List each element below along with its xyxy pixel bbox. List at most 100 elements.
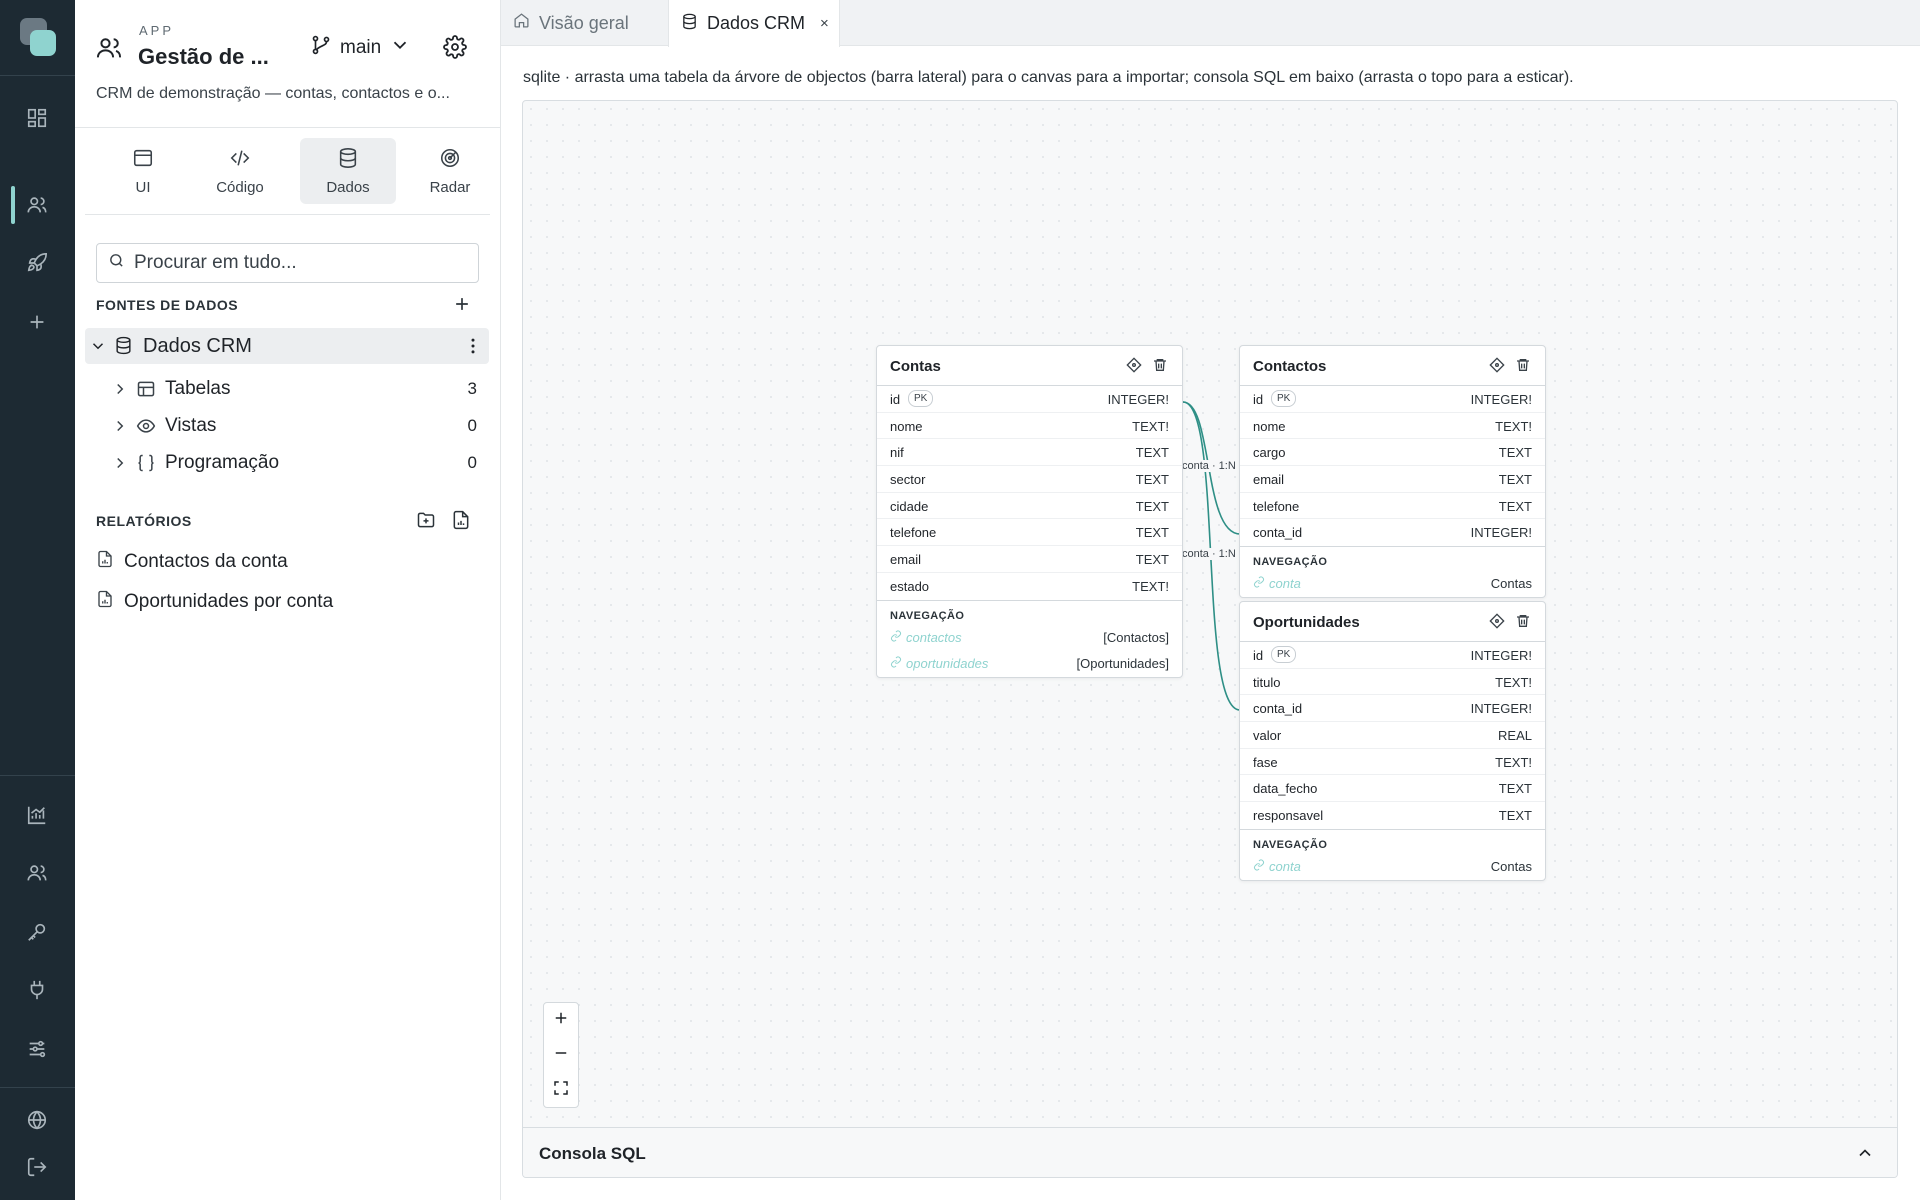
database-icon xyxy=(681,13,698,35)
mode-label: UI xyxy=(135,178,151,196)
navigation-title: NAVEGAÇÃO xyxy=(890,609,965,622)
fullscreen-icon xyxy=(552,1079,570,1102)
locate-icon[interactable] xyxy=(1489,357,1505,373)
rocket-icon[interactable] xyxy=(21,247,53,279)
tab-overview[interactable]: Visão geral xyxy=(501,0,669,46)
mode-radar[interactable]: Radar xyxy=(402,138,498,204)
report-label: Oportunidades por conta xyxy=(124,591,334,612)
report-item[interactable]: Contactos da conta xyxy=(96,547,288,577)
column-name: telefone xyxy=(890,525,937,541)
search-box[interactable] xyxy=(96,243,479,283)
search-input[interactable] xyxy=(134,252,464,274)
chevron-right-icon[interactable] xyxy=(111,454,129,472)
globe-icon[interactable] xyxy=(21,1104,53,1136)
data-source-item[interactable]: Dados CRM xyxy=(85,328,489,364)
analytics-icon[interactable] xyxy=(21,799,53,831)
window-icon xyxy=(132,147,154,173)
locate-icon[interactable] xyxy=(1126,357,1142,373)
navigation-row[interactable]: conta Contas xyxy=(1240,571,1545,597)
report-label: Contactos da conta xyxy=(124,551,288,572)
column-row: sector TEXT xyxy=(877,466,1182,493)
column-type: INTEGER! xyxy=(1470,648,1532,663)
mode-ui[interactable]: UI xyxy=(95,138,191,204)
dashboard-icon[interactable] xyxy=(21,102,53,134)
column-type: TEXT xyxy=(1135,552,1169,568)
trash-icon[interactable] xyxy=(1515,357,1531,373)
database-icon xyxy=(114,336,133,355)
column-name: id xyxy=(890,392,901,407)
gear-icon[interactable] xyxy=(443,35,467,59)
navigation-row[interactable]: oportunidades [Oportunidades] xyxy=(877,651,1182,677)
tree-item-count: 3 xyxy=(467,379,477,398)
plus-icon xyxy=(452,294,472,319)
table-header: Contas xyxy=(877,346,1182,386)
new-report-button[interactable] xyxy=(449,510,473,534)
tab-label: Dados CRM xyxy=(707,13,806,33)
tree-item-programming[interactable]: Programação 0 xyxy=(85,446,489,480)
link-icon xyxy=(890,656,902,671)
report-item[interactable]: Oportunidades por conta xyxy=(96,587,333,617)
column-name: cargo xyxy=(1253,445,1286,461)
column-name: conta_id xyxy=(1253,525,1303,541)
mode-code[interactable]: Código xyxy=(192,138,288,204)
logout-icon[interactable] xyxy=(21,1151,53,1183)
more-vertical-icon[interactable] xyxy=(463,336,483,356)
plug-icon[interactable] xyxy=(21,974,53,1006)
chevron-up-icon[interactable] xyxy=(1855,1143,1875,1163)
tree-item-tables[interactable]: Tabelas 3 xyxy=(85,372,489,406)
nav-name: conta xyxy=(1269,858,1301,874)
apps-people-icon[interactable] xyxy=(21,189,53,221)
mode-data[interactable]: Dados xyxy=(300,138,396,204)
nav-name: contactos xyxy=(906,629,962,645)
tree-item-views[interactable]: Vistas 0 xyxy=(85,409,489,443)
report-chart-icon xyxy=(451,510,471,535)
tree-item-label: Programação xyxy=(165,452,280,473)
table-card-contactos[interactable]: Contactos id PK INTEGER! nome TEXT! cargo TE… xyxy=(1239,345,1546,599)
plus-icon xyxy=(552,1009,570,1032)
zoom-in-button[interactable] xyxy=(544,1003,578,1037)
zoom-out-button[interactable] xyxy=(544,1038,578,1072)
column-type: TEXT xyxy=(1498,498,1532,514)
navigation-section: NAVEGAÇÃO conta Contas xyxy=(1240,546,1545,597)
trash-icon[interactable] xyxy=(1152,357,1168,373)
app-title: Gestão de ... xyxy=(138,44,269,69)
column-name: titulo xyxy=(1253,674,1281,690)
column-name: nome xyxy=(1253,418,1286,434)
add-icon[interactable] xyxy=(21,306,53,338)
chevron-right-icon[interactable] xyxy=(111,380,129,398)
navigation-row[interactable]: contactos [Contactos] xyxy=(877,625,1182,651)
tab-dados-crm[interactable]: Dados CRM × xyxy=(668,0,840,47)
trash-icon[interactable] xyxy=(1515,613,1531,629)
branch-selector[interactable]: main xyxy=(310,34,411,62)
sql-console-bar[interactable]: Consola SQL xyxy=(523,1127,1897,1177)
mode-label: Radar xyxy=(429,178,471,196)
table-card-contas[interactable]: Contas id PK INTEGER! nome TEXT! nif TEXT se… xyxy=(876,345,1183,678)
column-row: telefone TEXT xyxy=(877,519,1182,547)
navigation-title: NAVEGAÇÃO xyxy=(1253,556,1328,569)
key-icon[interactable] xyxy=(21,916,53,948)
column-row: nome TEXT! xyxy=(1240,413,1545,440)
add-data-source-button[interactable] xyxy=(450,294,474,318)
new-folder-button[interactable] xyxy=(414,510,438,534)
pk-badge: PK xyxy=(908,390,934,407)
sliders-icon[interactable] xyxy=(21,1033,53,1065)
fit-view-button[interactable] xyxy=(544,1073,578,1107)
column-type: INTEGER! xyxy=(1107,392,1169,407)
column-row: id PK INTEGER! xyxy=(1240,642,1545,669)
relation-label: conta · 1:N xyxy=(1182,460,1236,472)
column-row: id PK INTEGER! xyxy=(877,386,1182,413)
column-type: TEXT! xyxy=(1495,674,1532,690)
navigation-row[interactable]: conta Contas xyxy=(1240,854,1545,880)
column-type: TEXT xyxy=(1498,781,1532,797)
table-card-oportunidades[interactable]: Oportunidades id PK INTEGER! titulo TEXT! c… xyxy=(1239,601,1546,881)
chevron-right-icon[interactable] xyxy=(111,417,129,435)
schema-canvas[interactable]: conta · 1:N conta · 1:N Contas id PK INTEG… xyxy=(522,100,1898,1178)
users-icon[interactable] xyxy=(21,857,53,889)
column-name: nif xyxy=(890,445,904,461)
report-icon xyxy=(96,590,114,614)
close-icon[interactable]: × xyxy=(820,15,829,32)
chevron-down-icon[interactable] xyxy=(89,337,107,355)
locate-icon[interactable] xyxy=(1489,613,1505,629)
logo[interactable] xyxy=(20,18,56,56)
data-sources-title: FONTES DE DADOS xyxy=(96,297,239,313)
